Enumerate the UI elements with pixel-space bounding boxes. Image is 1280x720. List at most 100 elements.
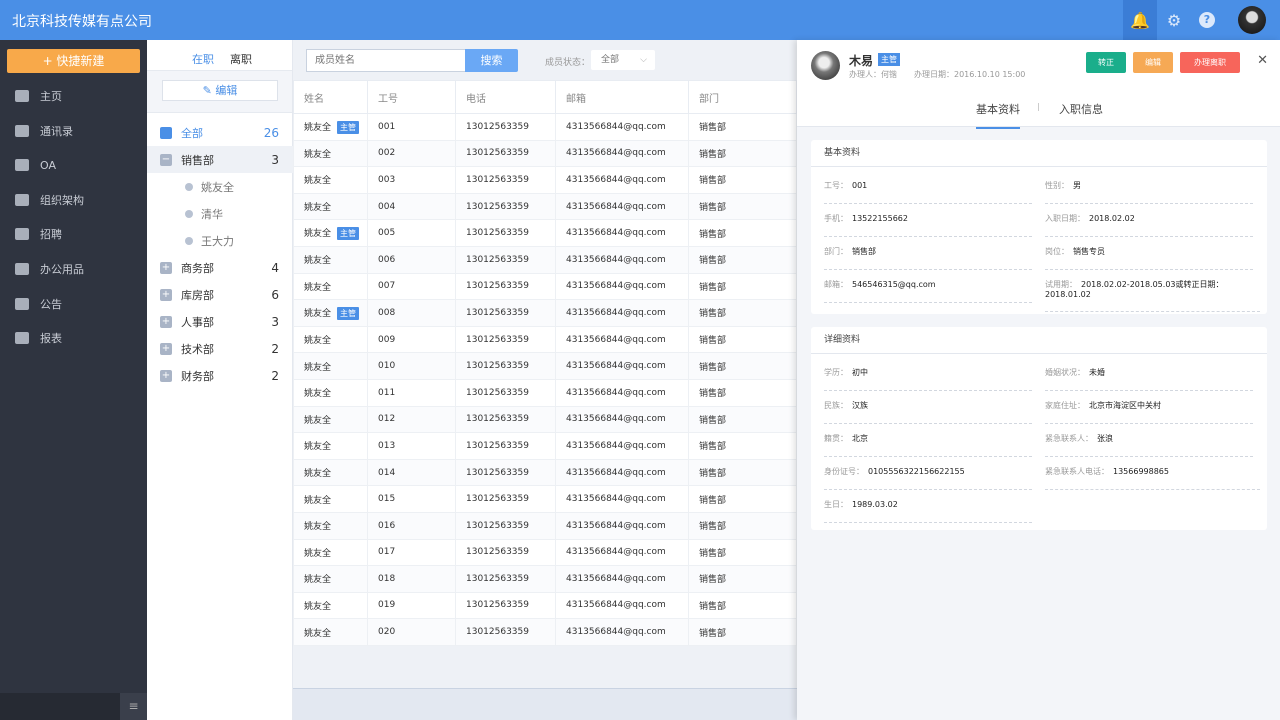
confirm-regular-button[interactable]: 转正 xyxy=(1086,52,1126,73)
bell-icon[interactable]: 🔔 xyxy=(1123,0,1157,40)
person-icon xyxy=(185,209,193,218)
quick-create-button[interactable]: + 快捷新建 xyxy=(7,49,140,73)
column-header[interactable]: 工号 xyxy=(367,80,456,114)
table-row[interactable]: 姚友全 012 13012563359 4313566844@qq.com 销售部 xyxy=(293,405,797,434)
dept-count: 4 xyxy=(271,260,279,275)
member-name: 姚友全 xyxy=(304,628,332,639)
table-row[interactable]: 姚友全 009 13012563359 4313566844@qq.com 销售部 xyxy=(293,325,797,354)
phone-cell: 13012563359 xyxy=(455,405,556,434)
column-header[interactable]: 邮箱 xyxy=(555,80,689,114)
info-field: 入职日期： 2018.02.02 xyxy=(1045,213,1253,237)
sidebar-item[interactable]: 组织架构 xyxy=(0,185,147,215)
sidebar-item[interactable]: 主页 xyxy=(0,81,147,111)
dept-item[interactable]: + 财务部 2 xyxy=(147,362,293,389)
collapse-icon[interactable]: ≡ xyxy=(120,693,147,720)
table-row[interactable]: 姚友全 主管 001 13012563359 4313566844@qq.com 销售部 xyxy=(293,113,797,141)
sidebar-item[interactable]: 办公用品 xyxy=(0,254,147,284)
table-row[interactable]: 姚友全 020 13012563359 4313566844@qq.com 销售部 xyxy=(293,618,797,646)
expand-icon[interactable]: + xyxy=(160,342,172,355)
help-icon[interactable]: ? xyxy=(1190,0,1224,40)
app-title: 北京科技传媒有点公司 xyxy=(12,14,152,30)
column-header[interactable]: 姓名 xyxy=(293,80,368,114)
member-name: 姚友全 xyxy=(304,149,332,160)
search-button[interactable]: 搜索 xyxy=(465,49,518,72)
resign-button[interactable]: 办理离职 xyxy=(1180,52,1240,73)
table-row[interactable]: 姚友全 004 13012563359 4313566844@qq.com 销售部 xyxy=(293,192,797,221)
phone-cell: 13012563359 xyxy=(455,245,556,274)
expand-icon[interactable]: + xyxy=(160,288,172,301)
info-field: 邮箱： 546546315@qq.com xyxy=(824,279,1032,303)
table-row[interactable]: 姚友全 007 13012563359 4313566844@qq.com 销售部 xyxy=(293,272,797,301)
field-label: 婚姻状况： xyxy=(1045,368,1085,377)
dept-item[interactable]: + 商务部 4 xyxy=(147,254,293,281)
search-input[interactable] xyxy=(306,49,466,72)
name-cell: 姚友全 xyxy=(293,458,368,487)
expand-icon[interactable]: + xyxy=(160,369,172,382)
dept-item[interactable]: − 销售部 3 xyxy=(147,146,293,173)
column-header[interactable]: 电话 xyxy=(455,80,556,114)
name-cell: 姚友全 主管 xyxy=(293,299,368,327)
table-row[interactable]: 姚友全 主管 008 13012563359 4313566844@qq.com 销售部 xyxy=(293,299,797,327)
person-icon xyxy=(185,182,193,191)
id-cell: 003 xyxy=(367,166,456,194)
edit-member-button[interactable]: 编辑 xyxy=(1133,52,1173,73)
info-field: 紧急联系人电话： 13566998865 xyxy=(1045,466,1260,490)
sidebar-item[interactable]: 报表 xyxy=(0,323,147,353)
name-cell: 姚友全 xyxy=(293,272,368,301)
table-row[interactable]: 姚友全 主管 005 13012563359 4313566844@qq.com 销售部 xyxy=(293,219,797,247)
table-row[interactable]: 姚友全 011 13012563359 4313566844@qq.com 销售部 xyxy=(293,378,797,407)
table-row[interactable]: 姚友全 016 13012563359 4313566844@qq.com 销售部 xyxy=(293,511,797,540)
field-label: 试用期： xyxy=(1045,280,1077,289)
edit-dept-button[interactable]: ✎ 编辑 xyxy=(162,80,278,101)
tab-resigned[interactable]: 离职 xyxy=(230,51,252,67)
sidebar-item[interactable]: 通讯录 xyxy=(0,116,147,146)
user-avatar[interactable] xyxy=(1238,6,1266,34)
table-row[interactable]: 姚友全 006 13012563359 4313566844@qq.com 销售部 xyxy=(293,245,797,274)
table-row[interactable]: 姚友全 015 13012563359 4313566844@qq.com 销售部 xyxy=(293,485,797,513)
tab-onboarding-info[interactable]: 入职信息 xyxy=(1059,101,1103,117)
dept-cell: 销售部 xyxy=(688,618,797,646)
horizontal-scrollbar[interactable] xyxy=(293,688,797,720)
sidebar-item[interactable]: OA xyxy=(0,150,147,180)
tab-basic-info[interactable]: 基本资料 xyxy=(976,101,1020,129)
sidebar-item[interactable]: 公告 xyxy=(0,289,147,319)
table-row[interactable]: 姚友全 018 13012563359 4313566844@qq.com 销售部 xyxy=(293,565,797,593)
top-bar: 北京科技传媒有点公司 🔔 ⚙ ? xyxy=(0,0,1280,40)
phone-cell: 13012563359 xyxy=(455,378,556,407)
column-header[interactable]: 部门 xyxy=(688,80,797,114)
status-label: 成员状态： xyxy=(545,58,591,68)
recruit-icon xyxy=(15,228,29,241)
collapse-icon[interactable]: − xyxy=(160,153,172,166)
table-row[interactable]: 姚友全 017 13012563359 4313566844@qq.com 销售部 xyxy=(293,538,797,567)
dept-member[interactable]: 姚友全 xyxy=(147,173,293,200)
table-row[interactable]: 姚友全 002 13012563359 4313566844@qq.com 销售部 xyxy=(293,139,797,168)
table-row[interactable]: 姚友全 019 13012563359 4313566844@qq.com 销售部 xyxy=(293,591,797,620)
dept-item[interactable]: + 人事部 3 xyxy=(147,308,293,335)
phone-cell: 13012563359 xyxy=(455,618,556,646)
table-row[interactable]: 姚友全 010 13012563359 4313566844@qq.com 销售部 xyxy=(293,352,797,380)
phone-cell: 13012563359 xyxy=(455,458,556,487)
table-row[interactable]: 姚友全 013 13012563359 4313566844@qq.com 销售部 xyxy=(293,432,797,460)
table-row[interactable]: 姚友全 003 13012563359 4313566844@qq.com 销售部 xyxy=(293,166,797,194)
info-field: 家庭住址： 北京市海淀区中关村 xyxy=(1045,400,1253,424)
dept-all[interactable]: 全部 26 xyxy=(147,119,293,146)
dept-item[interactable]: + 技术部 2 xyxy=(147,335,293,362)
status-select[interactable]: 全部 ⌵ xyxy=(591,50,655,70)
expand-icon[interactable]: + xyxy=(160,261,172,274)
dept-member[interactable]: 清华 xyxy=(147,200,293,227)
member-table: 姓名 工号 电话 邮箱 部门 姚友全 主管 001 13012563359 4313566844… xyxy=(293,80,797,646)
gear-icon[interactable]: ⚙ xyxy=(1157,0,1191,40)
dept-member[interactable]: 王大力 xyxy=(147,227,293,254)
dept-item[interactable]: + 库房部 6 xyxy=(147,281,293,308)
member-name: 姚友全 xyxy=(304,389,332,400)
expand-icon[interactable]: + xyxy=(160,315,172,328)
close-icon[interactable]: ✕ xyxy=(1257,53,1268,68)
email-cell: 4313566844@qq.com xyxy=(555,458,689,487)
card-title: 详细资料 xyxy=(811,327,1267,354)
dept-cell: 销售部 xyxy=(688,458,797,487)
table-row[interactable]: 姚友全 014 13012563359 4313566844@qq.com 销售部 xyxy=(293,458,797,487)
member-name: 姚友全 xyxy=(304,336,332,347)
field-label: 性别： xyxy=(1045,181,1069,190)
phone-cell: 13012563359 xyxy=(455,325,556,354)
sidebar-item[interactable]: 招聘 xyxy=(0,219,147,249)
